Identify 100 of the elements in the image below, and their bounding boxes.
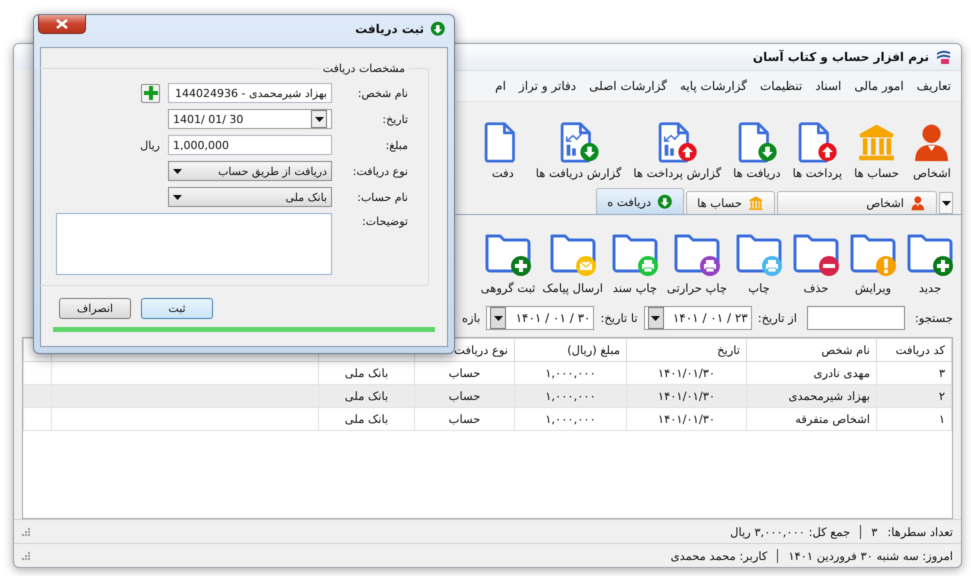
tab[interactable]: اشخاص [777, 191, 937, 214]
table-cell: ۱ [876, 408, 952, 430]
bank-icon [748, 195, 764, 211]
menu-item[interactable]: امور مالی [854, 79, 904, 93]
table-cell: بانک ملی [318, 384, 414, 408]
folder-mail-icon [548, 232, 598, 278]
table-cell: ۱,۰۰۰,۰۰۰ [514, 384, 626, 408]
caret-icon [942, 200, 950, 206]
ribbon-button[interactable]: حساب ها [854, 121, 899, 180]
range-label: بازه [462, 311, 480, 325]
person-combo[interactable]: بهزاد شیرمحمدی - 144024936 [168, 83, 332, 103]
from-date-picker[interactable]: ۱۴۰۱ / ۰۱ / ۲۳ [644, 306, 752, 330]
dialog-button[interactable]: انصراف [59, 298, 131, 319]
caret-icon [173, 168, 182, 174]
table-cell: ۱۴۰۱/۰۱/۳۰ [626, 408, 746, 430]
table-cell: بانک ملی [318, 408, 414, 430]
date-picker[interactable]: 1401/ 01/ 30 [168, 109, 332, 129]
toolbar-button[interactable]: حذف [791, 232, 841, 295]
menu-item[interactable]: اسناد [815, 79, 842, 93]
dropdown[interactable]: بانک ملی [168, 187, 332, 207]
field-label: توضیحات: [361, 214, 408, 228]
dropdown[interactable]: دریافت از طریق حساب [168, 161, 332, 181]
field-label: نوع دریافت: [352, 164, 408, 178]
plus-icon [144, 86, 158, 100]
document-download-icon [736, 121, 778, 163]
ribbon-button[interactable]: پرداخت ها [792, 121, 842, 180]
column-header[interactable]: مبلغ (ریال) [514, 338, 626, 362]
toolbar-button[interactable]: ثبت گروهی [480, 232, 536, 295]
toolbar-button[interactable]: جدید [905, 232, 955, 295]
ribbon-button[interactable]: دفت [482, 121, 524, 180]
total-amount: جمع کل: ۳,۰۰۰,۰۰۰ ریال [730, 524, 850, 538]
ribbon-button[interactable]: گزارش دریافت ها [536, 121, 622, 180]
app-logo-icon [935, 49, 951, 65]
from-date-label: از تاریخ: [758, 311, 797, 325]
report-upload-icon [656, 121, 698, 163]
menu-item[interactable]: تعاریف [916, 79, 951, 93]
close-button[interactable] [38, 15, 86, 34]
folder-printer-icon [672, 232, 722, 278]
report-download-icon [558, 121, 600, 163]
toolbar-button[interactable]: ویرایش [848, 232, 898, 295]
menu-item[interactable]: گزارشات اصلی [589, 79, 667, 93]
toolbar-button[interactable]: ارسال پیامک [542, 232, 603, 295]
to-date-picker[interactable]: ۱۴۰۱ / ۰۱ / ۳۰ [486, 306, 594, 330]
ribbon-button[interactable]: اشخاص [911, 121, 953, 180]
menu-item[interactable]: گزارشات پایه [680, 79, 747, 93]
column-header[interactable]: کد دریافت [876, 338, 952, 362]
row-count-label: تعداد سطرها: [887, 524, 953, 538]
group-title: مشخصات دریافت [322, 62, 406, 75]
table-cell: حساب [414, 408, 514, 430]
add-person-button[interactable] [141, 84, 160, 102]
field-label: تاریخ: [381, 112, 408, 126]
menu-item[interactable]: تنظیمات [760, 79, 802, 93]
table-cell: ۱۴۰۱/۰۱/۳۰ [626, 384, 746, 408]
to-date-label: تا تاریخ: [600, 311, 638, 325]
dialog-title: ثبت دریافت [355, 22, 424, 36]
column-header[interactable]: نام شخص [746, 338, 876, 362]
toolbar-button[interactable]: چاپ سند [610, 232, 660, 295]
resize-grip-icon [22, 528, 30, 536]
download-icon [657, 194, 674, 210]
row-count: ۳ [871, 524, 878, 538]
folder-warning-icon [848, 232, 898, 278]
table-cell: ۱,۰۰۰,۰۰۰ [514, 408, 626, 430]
search-label: جستجو: [914, 311, 953, 325]
tab[interactable]: حساب ها [686, 191, 775, 214]
current-user: کاربر: محمد محمدی [670, 548, 768, 562]
tab[interactable]: دریافت ه [596, 188, 684, 214]
table-cell: ۲ [876, 384, 952, 408]
currency-unit: ریال [140, 138, 160, 152]
ribbon-button[interactable]: گزارش پرداخت ها [633, 121, 722, 180]
folder-printer-icon [734, 232, 784, 278]
table-cell: حساب [414, 384, 514, 408]
notes-field[interactable] [56, 213, 332, 275]
download-icon [430, 21, 446, 37]
folder-add-icon [483, 232, 534, 278]
field-label: نام حساب: [356, 190, 408, 204]
resize-grip-icon [22, 552, 30, 560]
table-cell: بهزاد شیرمحمدی [746, 384, 876, 408]
table-row[interactable]: ۲ بهزاد شیرمحمدی ۱۴۰۱/۰۱/۳۰ ۱,۰۰۰,۰۰۰ حساب بانک ملی [24, 384, 952, 408]
dialog-button[interactable]: ثبت [141, 298, 213, 319]
column-header[interactable]: تاریخ [626, 338, 746, 362]
table-row[interactable]: ۱ اشخاص متفرقه ۱۴۰۱/۰۱/۳۰ ۱,۰۰۰,۰۰۰ حساب بانک ملی [24, 408, 952, 430]
field-label: نام شخص: [356, 86, 408, 100]
menu-item[interactable]: دفاتر و تراز [518, 79, 576, 93]
ribbon-button[interactable]: دریافت ها [733, 121, 781, 180]
folder-remove-icon [791, 232, 841, 278]
caret-icon [651, 316, 660, 320]
field-label: مبلغ: [384, 138, 408, 152]
search-field[interactable] [806, 306, 905, 330]
folder-printer-icon [610, 232, 660, 278]
window-title: نرم افزار حساب و کتاب آسان [752, 50, 929, 64]
menu-item[interactable]: ام [495, 79, 506, 93]
table-cell: اشخاص متفرقه [746, 408, 876, 430]
tab-list-button[interactable] [939, 192, 953, 214]
toolbar-button[interactable]: چاپ حرارتی [666, 232, 727, 295]
folder-add-icon [905, 232, 955, 278]
caret-icon [173, 194, 182, 200]
amount-field[interactable]: 1,000,000 [168, 135, 332, 155]
toolbar-button[interactable]: چاپ [734, 232, 784, 295]
today-date: امروز: سه شنبه ۳۰ فروردین ۱۴۰۱ [788, 548, 953, 562]
person-icon [910, 195, 926, 211]
